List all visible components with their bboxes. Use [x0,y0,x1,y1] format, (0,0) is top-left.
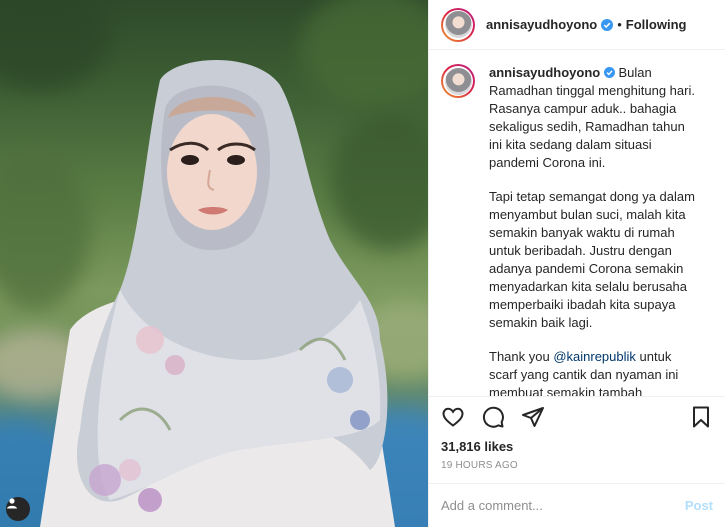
header-separator: • [617,17,622,32]
author-username[interactable]: annisayudhoyono [486,17,597,32]
post-side-panel: annisayudhoyono • Following annisayudhoy… [428,0,725,527]
caption-username[interactable]: annisayudhoyono [489,65,600,80]
post-caption: annisayudhoyono Bulan Ramadhan tinggal m… [489,64,699,396]
avatar[interactable] [441,7,475,42]
verified-badge-icon [601,18,614,31]
following-button[interactable]: Following [626,17,687,32]
avatar-image [444,11,472,38]
instagram-post: annisayudhoyono • Following annisayudhoy… [0,0,725,527]
post-photo[interactable] [0,0,428,527]
likes-count[interactable]: 31,816 likes [441,439,713,454]
caption-avatar[interactable] [441,64,475,98]
caption-text: Thank you [489,349,554,364]
comment-input[interactable] [441,498,685,513]
caption-paragraph: Tapi tetap semangat dong ya dalam menyam… [489,189,695,330]
user-tag-button[interactable] [6,497,30,521]
caption-paragraph: Thank you @kainrepublik untuk scarf yang… [489,348,699,396]
bookmark-icon[interactable] [689,405,713,429]
user-tag-icon [7,498,17,509]
avatar-image [444,67,472,95]
verified-badge-icon [603,67,615,78]
caption-text: Bulan Ramadhan tinggal menghitung hari. … [489,65,695,170]
avatar-ring-inner [443,9,473,40]
avatar-ring-inner [443,66,473,96]
mention-link[interactable]: @kainrepublik [553,349,636,364]
share-icon[interactable] [521,405,545,429]
comment-icon[interactable] [481,405,505,429]
post-header: annisayudhoyono • Following [429,0,725,50]
comments-area[interactable]: annisayudhoyono Bulan Ramadhan tinggal m… [429,50,725,396]
add-comment-bar: Post [429,483,725,527]
post-comment-button[interactable]: Post [685,498,713,513]
post-actions-section: 31,816 likes 19 HOURS AGO [429,396,725,483]
heart-icon[interactable] [441,405,465,429]
caption-paragraph: annisayudhoyono Bulan Ramadhan tinggal m… [489,64,699,172]
woman-in-hijab-illustration [40,60,395,527]
action-bar [441,397,713,437]
post-timestamp[interactable]: 19 HOURS AGO [441,460,713,471]
